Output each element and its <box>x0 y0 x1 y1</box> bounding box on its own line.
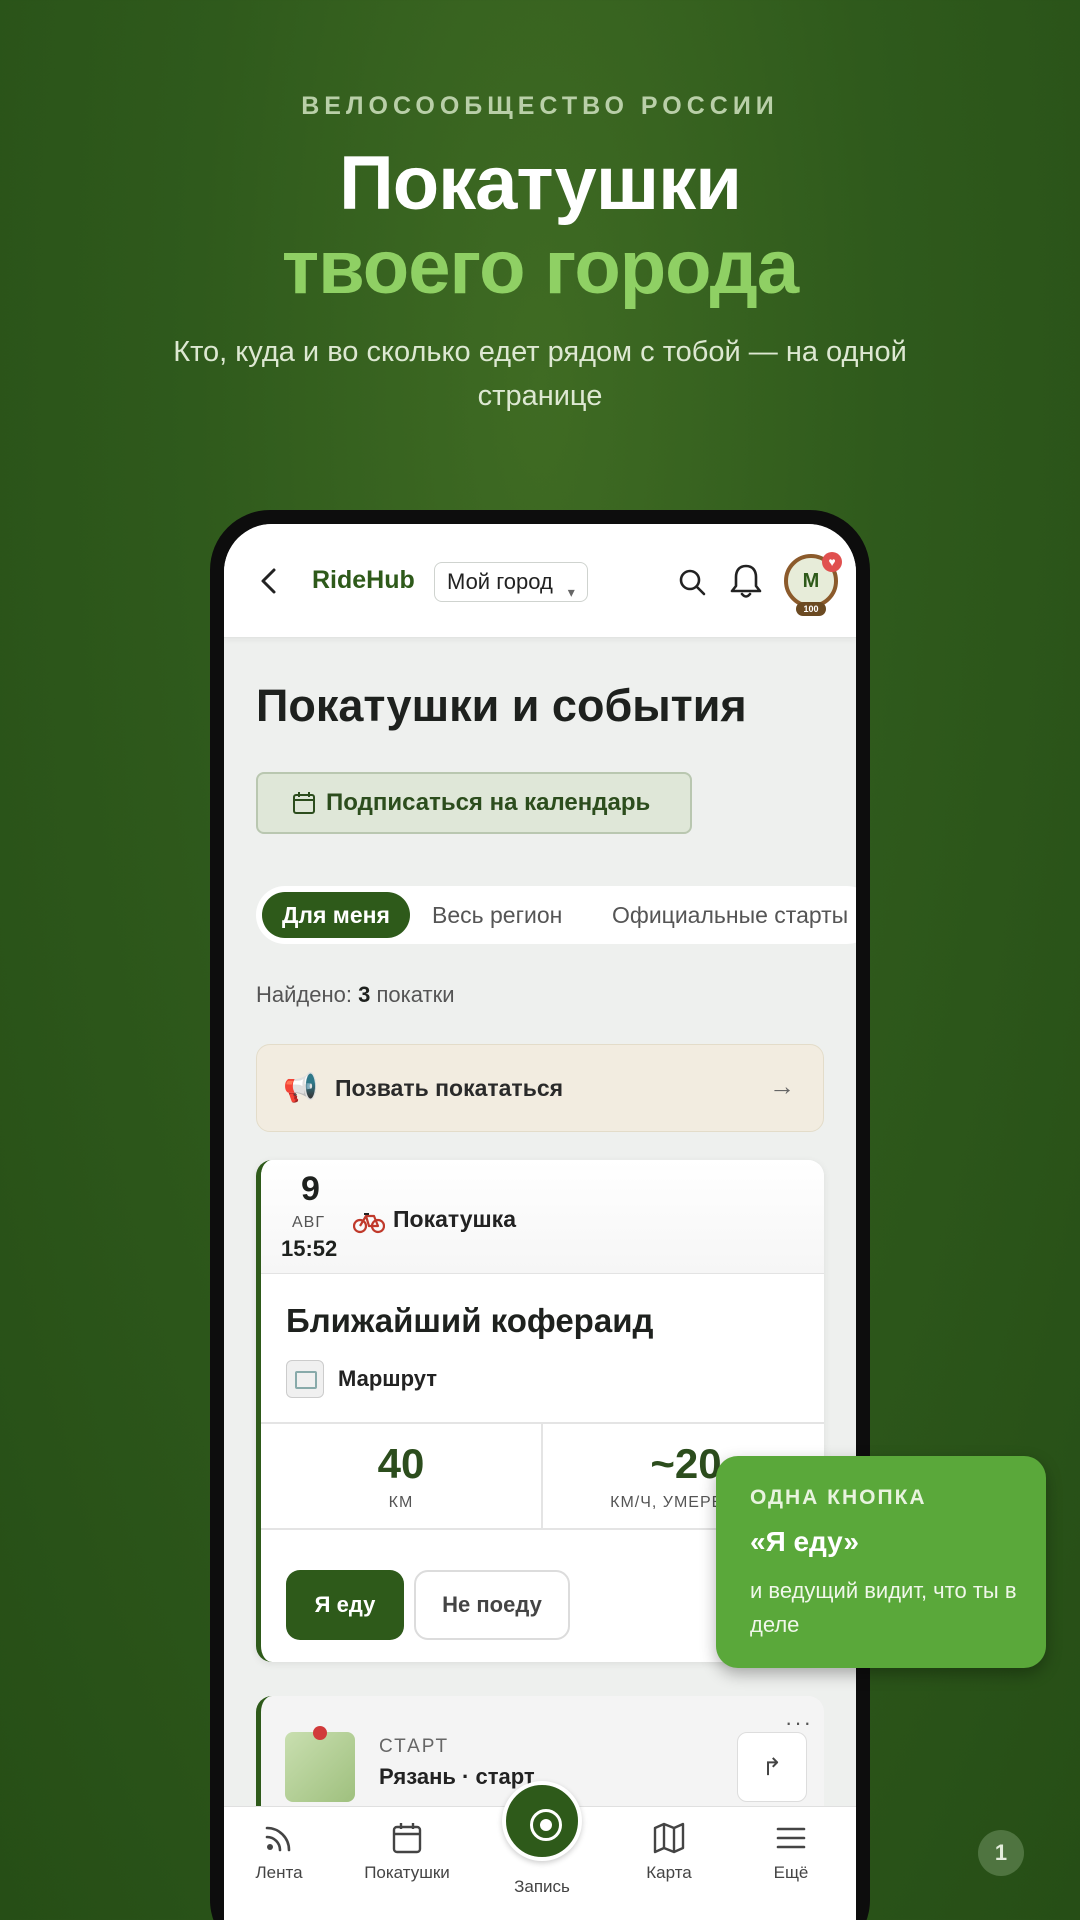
phone-screen: RideHub Мой город ▾ М 100 ♥ Покатушки и … <box>224 524 856 1920</box>
going-button[interactable]: Я еду <box>286 1570 404 1640</box>
avatar-level-badge: 100 <box>796 602 826 616</box>
bottom-nav: Лента Покатушки Запись Карта Ещё <box>224 1781 856 1920</box>
feature-callout: ОДНА КНОПКА «Я еду» и ведущий видит, что… <box>716 1456 1046 1668</box>
event-title: Ближайший кофераид <box>286 1302 654 1339</box>
menu-icon <box>776 1827 806 1849</box>
back-arrow-icon[interactable] <box>258 566 280 596</box>
start-map-thumbnail <box>285 1732 355 1802</box>
calendar-icon <box>392 1823 422 1854</box>
megaphone-icon: 📢 <box>283 1072 318 1103</box>
invite-ride-card[interactable]: 📢 Позвать покататься → <box>256 1044 824 1132</box>
tab-for-me[interactable]: Для меня <box>262 892 410 938</box>
rss-icon <box>265 1826 291 1852</box>
results-count-suffix: покатки <box>376 982 455 1007</box>
bicycle-icon <box>353 1213 385 1234</box>
stat-distance-value: 40 <box>377 1440 425 1487</box>
nav-map-label: Карта <box>646 1863 692 1882</box>
event-card-header: 9 АВГ 15:52 Покатушка <box>261 1160 824 1274</box>
route-thumbnail <box>286 1360 324 1398</box>
tab-whole-region[interactable]: Весь регион <box>432 892 562 938</box>
route-label[interactable]: Маршрут <box>338 1366 437 1392</box>
not-going-button[interactable]: Не поеду <box>414 1570 570 1640</box>
map-icon <box>653 1822 685 1854</box>
callout-eyebrow: ОДНА КНОПКА <box>750 1486 927 1509</box>
hero-eyebrow: ВЕЛОСООБЩЕСТВО РОССИИ <box>301 92 779 120</box>
nav-record-button[interactable] <box>502 1781 582 1861</box>
stat-distance-label: КМ <box>388 1494 414 1511</box>
results-count-prefix: Найдено: <box>256 982 352 1007</box>
results-count-value: 3 <box>358 982 371 1007</box>
nav-rides[interactable]: Покатушки <box>352 1807 462 1907</box>
event-day: 9 <box>301 1170 320 1208</box>
subscribe-calendar-button[interactable]: Подписаться на календарь <box>256 772 692 834</box>
city-select-label: Мой город <box>447 569 553 594</box>
start-location: Рязань · старт <box>379 1764 535 1789</box>
page-title: Покатушки и события <box>256 680 747 731</box>
tab-official-starts[interactable]: Официальные старты <box>612 892 848 938</box>
search-icon[interactable] <box>676 566 708 598</box>
subscribe-calendar-label: Подписаться на календарь <box>326 789 651 816</box>
record-dot <box>540 1819 552 1831</box>
callout-text: и ведущий видит, что ты в деле <box>750 1578 1017 1637</box>
heart-icon: ♥ <box>822 552 842 572</box>
nav-feed-label: Лента <box>255 1863 303 1882</box>
map-pin-icon <box>313 1726 327 1740</box>
callout-title: «Я еду» <box>750 1526 860 1557</box>
nav-map[interactable]: Карта <box>614 1807 724 1907</box>
arrow-right-icon: → <box>769 1071 795 1101</box>
page-number-badge: 1 <box>978 1830 1024 1876</box>
results-count: Найдено: 3 покатки <box>256 982 454 1008</box>
hero-title-line1: Покатушки <box>339 141 742 226</box>
start-label: СТАРТ <box>379 1736 450 1757</box>
nav-more[interactable]: Ещё <box>736 1807 846 1907</box>
bell-icon[interactable] <box>728 562 764 600</box>
phone-frame: RideHub Мой город ▾ М 100 ♥ Покатушки и … <box>210 510 870 1920</box>
nav-rides-label: Покатушки <box>364 1863 450 1882</box>
event-month: АВГ <box>292 1214 326 1231</box>
event-time: 15:52 <box>281 1236 338 1261</box>
calendar-icon <box>293 792 315 814</box>
event-type: Покатушка <box>393 1206 516 1232</box>
brand-logo[interactable]: RideHub <box>312 566 415 595</box>
hero-title-line2: твоего города <box>281 225 799 310</box>
chevron-down-icon: ▾ <box>567 584 575 600</box>
invite-ride-label: Позвать покататься <box>335 1075 564 1101</box>
filter-tabs: Для меня Весь регион Официальные старты <box>256 886 856 944</box>
app-bar: RideHub Мой город ▾ М 100 ♥ <box>224 524 856 638</box>
nav-more-label: Ещё <box>773 1863 809 1882</box>
hero-subtitle: Кто, куда и во сколько едет рядом с тобо… <box>173 336 907 412</box>
nav-record-label: Запись <box>514 1877 570 1896</box>
share-arrow-icon[interactable]: ↱ <box>737 1732 807 1802</box>
city-select[interactable]: Мой город ▾ <box>434 562 588 602</box>
nav-feed[interactable]: Лента <box>224 1807 334 1907</box>
